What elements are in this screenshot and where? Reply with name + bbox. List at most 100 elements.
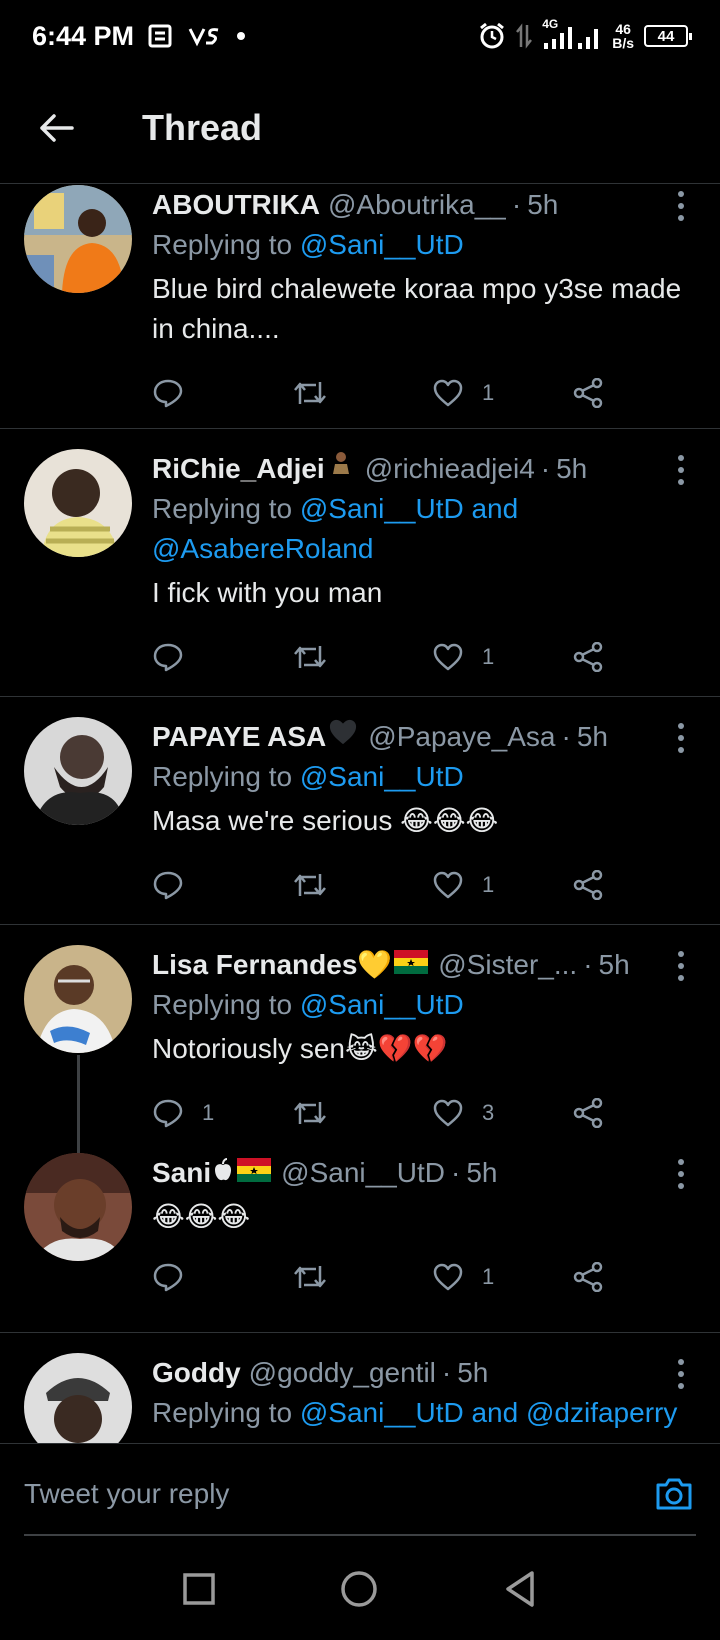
back-nav-button[interactable] xyxy=(502,1569,538,1614)
like-count: 1 xyxy=(482,644,495,669)
share-button[interactable] xyxy=(572,1262,604,1292)
like-button[interactable]: 1 xyxy=(432,870,572,900)
square-icon xyxy=(182,1573,215,1605)
replying-to: Replying to @Sani__UtD xyxy=(152,229,464,260)
share-button[interactable] xyxy=(572,1098,604,1128)
more-options-button[interactable] xyxy=(678,455,686,491)
comment-icon xyxy=(153,1099,183,1128)
dot-indicator-icon xyxy=(237,32,246,40)
tweet-time: 5h xyxy=(466,1157,498,1188)
reply-input[interactable] xyxy=(24,1472,584,1516)
reply-button[interactable]: 1 xyxy=(152,1098,292,1128)
share-button[interactable] xyxy=(572,378,604,408)
page-title: Thread xyxy=(142,106,263,148)
retweet-button[interactable] xyxy=(292,1098,432,1128)
author-handle[interactable]: @goddy_gentil xyxy=(249,1353,436,1393)
tweet[interactable]: PAPAYE ASA @Papaye_Asa · 5h Replying to … xyxy=(0,697,720,925)
author-name[interactable]: Sani xyxy=(152,1153,211,1193)
news-icon xyxy=(148,24,172,48)
reply-button[interactable] xyxy=(152,870,292,900)
more-options-button[interactable] xyxy=(678,1359,686,1395)
circle-icon xyxy=(341,1571,377,1607)
author-handle[interactable]: @Aboutrika__ xyxy=(328,185,506,225)
share-button[interactable] xyxy=(572,642,604,672)
author-handle[interactable]: @Sani__UtD xyxy=(281,1153,445,1193)
author-name[interactable]: Lisa Fernandes💛 xyxy=(152,945,392,985)
reply-button[interactable] xyxy=(152,642,292,672)
mention-link[interactable]: @Sani__UtD and xyxy=(300,493,518,524)
tweet-time: 5h xyxy=(527,189,559,220)
alarm-icon xyxy=(480,22,505,49)
more-options-button[interactable] xyxy=(678,951,686,987)
tweet-text: Blue bird chalewete koraa mpo y3se made … xyxy=(152,273,682,344)
avatar[interactable] xyxy=(24,1353,132,1443)
mention-link[interactable]: @Sani__UtD and @dzifaperry xyxy=(300,1397,677,1428)
tweet[interactable]: Sani @Sani__UtD · 5h 😂😂😂 1 xyxy=(0,1153,720,1333)
mention-link[interactable]: @Sani__UtD xyxy=(300,761,464,792)
replying-to: Replying to @Sani__UtD and @dzifaperry xyxy=(152,1397,678,1428)
reply-count: 1 xyxy=(202,1100,215,1125)
tweet[interactable]: RiChie_Adjei @richieadjei4 · 5h Replying… xyxy=(0,429,720,697)
retweet-button[interactable] xyxy=(292,378,432,408)
more-options-button[interactable] xyxy=(678,191,686,227)
recent-apps-button[interactable] xyxy=(182,1572,216,1611)
triangle-back-icon xyxy=(506,1571,535,1607)
like-count: 3 xyxy=(482,1100,495,1125)
back-button[interactable] xyxy=(26,98,86,158)
retweet-icon xyxy=(294,1102,326,1124)
retweet-button[interactable] xyxy=(292,1262,432,1292)
tweet-text: 😂😂😂 xyxy=(152,1201,251,1232)
author-name[interactable]: ABOUTRIKA xyxy=(152,185,320,225)
tweet-actions: 1 3 xyxy=(152,1083,696,1143)
composer-divider xyxy=(24,1534,696,1536)
retweet-button[interactable] xyxy=(292,642,432,672)
network-speed: 46 B/s xyxy=(612,21,634,51)
reply-button[interactable] xyxy=(152,1262,292,1292)
tweet[interactable]: Goddy @goddy_gentil · 5h Replying to @Sa… xyxy=(0,1333,720,1443)
vs-app-icon xyxy=(188,28,219,47)
camera-icon xyxy=(656,1478,692,1510)
comment-icon xyxy=(153,871,183,900)
avatar[interactable] xyxy=(24,945,132,1053)
author-name[interactable]: PAPAYE ASA xyxy=(152,717,326,757)
tweet-actions: 1 xyxy=(152,1247,696,1307)
comment-icon xyxy=(153,379,183,408)
more-options-button[interactable] xyxy=(678,1159,686,1195)
author-handle[interactable]: @richieadjei4 xyxy=(365,449,535,489)
reply-button[interactable] xyxy=(152,378,292,408)
author-handle[interactable]: @Sister_... xyxy=(438,945,577,985)
author-name[interactable]: Goddy xyxy=(152,1353,241,1393)
tweet-time: 5h xyxy=(576,721,608,752)
avatar[interactable] xyxy=(24,449,132,557)
share-icon xyxy=(573,870,603,900)
author-name[interactable]: RiChie_Adjei xyxy=(152,449,325,489)
tweet[interactable]: ABOUTRIKA @Aboutrika__ · 5h Replying to … xyxy=(0,185,720,429)
tweet-text: I fick with you man xyxy=(152,577,383,608)
replying-to: Replying to @Sani__UtD and @AsabereRoland xyxy=(152,493,519,564)
more-options-button[interactable] xyxy=(678,723,686,759)
author-handle[interactable]: @Papaye_Asa xyxy=(368,717,555,757)
tweet-actions: 1 xyxy=(152,363,696,423)
retweet-button[interactable] xyxy=(292,870,432,900)
like-button[interactable]: 1 xyxy=(432,378,572,408)
tweet-actions: 1 xyxy=(152,627,696,687)
home-button[interactable] xyxy=(339,1569,379,1614)
signal-icon: 4G xyxy=(542,17,602,51)
like-button[interactable]: 1 xyxy=(432,642,572,672)
avatar[interactable] xyxy=(24,717,132,825)
mention-link[interactable]: @AsabereRoland xyxy=(152,533,373,564)
mention-link[interactable]: @Sani__UtD xyxy=(300,989,464,1020)
avatar[interactable] xyxy=(24,1153,132,1261)
share-button[interactable] xyxy=(572,870,604,900)
thread-feed[interactable]: ABOUTRIKA @Aboutrika__ · 5h Replying to … xyxy=(0,185,720,1443)
avatar[interactable] xyxy=(24,185,132,293)
like-button[interactable]: 3 xyxy=(432,1098,572,1128)
like-button[interactable]: 1 xyxy=(432,1262,572,1292)
tweet[interactable]: Lisa Fernandes💛 @Sister_... · 5h Replyin… xyxy=(0,925,720,1173)
mention-link[interactable]: @Sani__UtD xyxy=(300,229,464,260)
replying-to: Replying to @Sani__UtD xyxy=(152,989,464,1020)
camera-button[interactable] xyxy=(654,1476,694,1517)
like-count: 1 xyxy=(482,872,495,897)
tweet-time: 5h xyxy=(598,949,630,980)
share-icon xyxy=(573,1262,603,1292)
